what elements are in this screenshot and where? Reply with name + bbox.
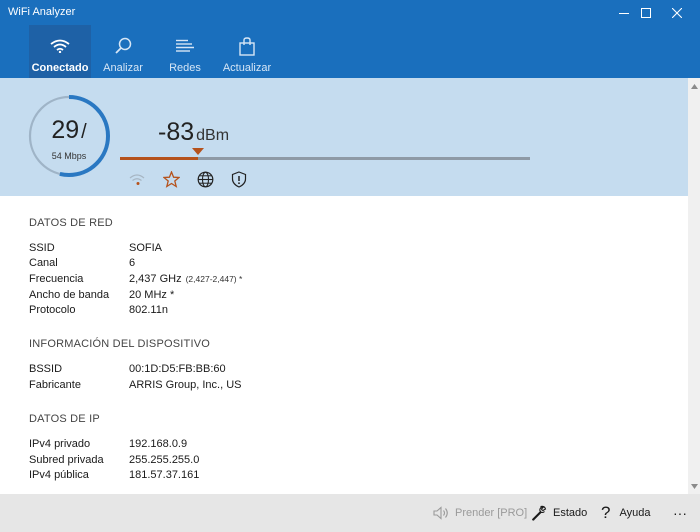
speak-pro-label: Prender [PRO]	[455, 507, 528, 519]
tab-label: Actualizar	[222, 62, 272, 74]
wrench-icon	[532, 505, 547, 521]
status-label: Estado	[553, 507, 588, 519]
maximize-button[interactable]	[630, 0, 662, 25]
tab-redes[interactable]: Redes	[160, 25, 210, 78]
title-bar: WiFi Analyzer	[0, 0, 700, 25]
wifi-icon	[50, 39, 70, 53]
row-value: 2,437 GHz	[129, 273, 182, 285]
row-value: 181.57.37.161	[129, 469, 200, 481]
row-value: 802.11n	[129, 304, 168, 316]
tab-conectado[interactable]: Conectado	[29, 25, 91, 78]
tab-actualizar[interactable]: Actualizar	[219, 25, 275, 78]
signal-strength-fill	[120, 157, 198, 160]
shopping-bag-icon	[239, 36, 255, 56]
signal-indicator[interactable]	[128, 170, 146, 188]
row-label: Protocolo	[29, 304, 76, 316]
minimize-icon	[619, 12, 629, 14]
scroll-up-button[interactable]	[688, 80, 700, 92]
row-value: SOFIA	[129, 242, 163, 254]
scroll-down-button[interactable]	[688, 480, 700, 492]
favorite-button[interactable]	[162, 170, 180, 188]
signal-strength-value: -83	[158, 118, 195, 146]
row-label: Canal	[29, 257, 58, 269]
weak-signal-icon	[129, 174, 145, 185]
status-button[interactable]: Estado	[531, 494, 587, 532]
signal-strength-marker	[191, 148, 204, 155]
row-value: 20 MHz *	[129, 289, 175, 301]
row-value: 00:1D:D5:FB:BB:60	[129, 363, 226, 375]
question-mark-icon: ?	[601, 503, 611, 522]
help-label: Ayuda	[619, 507, 651, 519]
link-speed: 29/	[27, 116, 111, 145]
maximize-icon	[641, 7, 651, 18]
list-icon	[176, 39, 194, 52]
tab-analizar[interactable]: Analizar	[94, 25, 152, 78]
more-options-button[interactable]: ···	[673, 494, 687, 532]
magnifier-icon	[115, 37, 132, 54]
link-speed-value: 29	[51, 116, 80, 144]
row-label: Subred privada	[29, 454, 104, 466]
more-options-label: ···	[673, 505, 687, 521]
row-value: ARRIS Group, Inc., US	[129, 379, 242, 391]
chevron-down-icon	[690, 483, 698, 489]
toolbar: Conectado Analizar Redes Actualizar	[0, 25, 700, 78]
window-title: WiFi Analyzer	[8, 6, 76, 18]
help-button[interactable]: ? Ayuda	[601, 494, 650, 532]
signal-strength-bar	[120, 157, 530, 160]
tab-label: Conectado	[31, 62, 89, 74]
frequency-range: (2,427-2,447) *	[185, 274, 243, 284]
speaker-icon	[433, 506, 448, 520]
signal-strength-unit: dBm	[196, 127, 230, 144]
row-value: 255.255.255.0	[129, 454, 200, 466]
ip-section-heading: DATOS DE IP	[29, 413, 100, 425]
device-section-heading: INFORMACIÓN DEL DISPOSITIVO	[29, 338, 211, 350]
row-label: IPv4 pública	[29, 469, 89, 481]
row-value: 192.168.0.9	[129, 438, 188, 450]
security-button[interactable]	[230, 170, 248, 188]
row-label: SSID	[29, 242, 55, 254]
tab-label: Redes	[169, 62, 201, 74]
internet-status-button[interactable]	[196, 170, 214, 188]
speak-pro-button[interactable]: Prender [PRO]	[433, 494, 527, 532]
command-bar: Prender [PRO] Estado ? Ayuda ···	[0, 494, 700, 532]
chevron-up-icon	[690, 83, 698, 89]
signal-strength: -83 dBm	[158, 118, 229, 147]
row-label: Frecuencia	[29, 273, 84, 285]
tab-label: Analizar	[103, 62, 143, 74]
row-label: IPv4 privado	[29, 438, 91, 450]
globe-icon	[197, 171, 213, 187]
row-label: Ancho de banda	[29, 289, 110, 301]
star-icon	[162, 170, 180, 188]
close-icon	[672, 7, 682, 18]
max-speed: 54 Mbps	[51, 151, 87, 161]
close-button[interactable]	[661, 0, 693, 25]
row-label: BSSID	[29, 363, 63, 375]
vertical-scrollbar[interactable]	[688, 78, 700, 494]
shield-icon	[231, 170, 247, 188]
row-value: 6	[129, 257, 136, 269]
link-speed-separator: /	[81, 121, 87, 143]
network-section-heading: DATOS DE RED	[29, 217, 113, 229]
row-label: Fabricante	[29, 379, 81, 391]
